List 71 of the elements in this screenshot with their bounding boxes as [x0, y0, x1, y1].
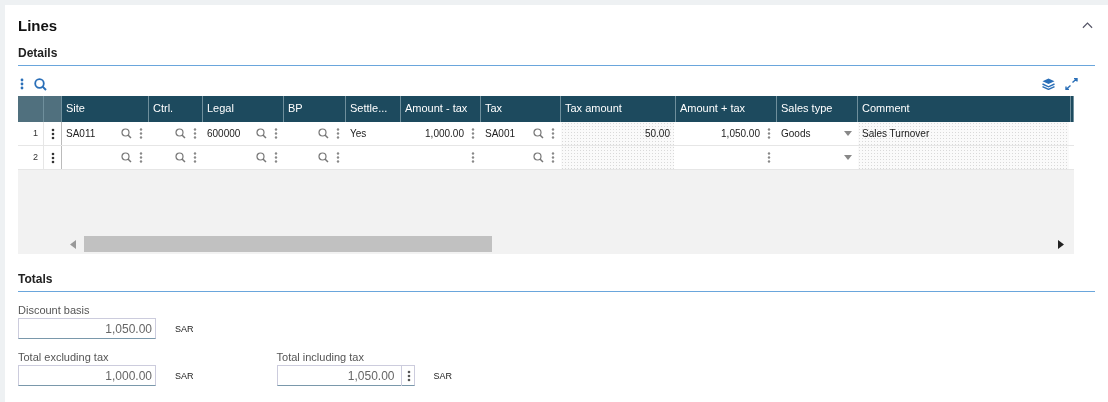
- scroll-left-icon[interactable]: [70, 239, 76, 249]
- search-icon[interactable]: [533, 152, 544, 163]
- table-cell-text: 1,050.00: [720, 128, 760, 139]
- search-icon[interactable]: [256, 152, 267, 163]
- column-header[interactable]: Site: [62, 96, 149, 122]
- dropdown-icon[interactable]: [844, 131, 852, 136]
- header-cell: [1071, 96, 1074, 122]
- subsection-title: Details: [18, 46, 1095, 66]
- section-title: Lines: [18, 16, 58, 34]
- search-icon[interactable]: [533, 128, 544, 139]
- more-icon[interactable]: [274, 128, 278, 139]
- field-label: Total including tax: [276, 351, 365, 363]
- currency-label: SAR: [433, 370, 453, 381]
- search-icon[interactable]: [318, 152, 329, 163]
- horizontal-scrollbar[interactable]: [18, 234, 1074, 254]
- column-header[interactable]: Sales type: [777, 96, 858, 122]
- search-icon[interactable]: [121, 152, 132, 163]
- header-corner: [18, 96, 44, 122]
- column-header[interactable]: Legal: [203, 96, 284, 122]
- row-menu-icon[interactable]: [50, 127, 55, 140]
- more-icon[interactable]: [336, 128, 340, 139]
- table-cell-text: Yes: [350, 128, 368, 139]
- subsection-title: Totals: [18, 272, 1095, 292]
- table-cell-text: 600000: [207, 128, 242, 139]
- more-icon[interactable]: [336, 152, 340, 163]
- currency-label: SAR: [175, 323, 194, 334]
- table-cell-text: 1,000.00: [424, 128, 464, 139]
- column-header[interactable]: Amount + tax: [676, 96, 777, 122]
- more-icon[interactable]: [139, 152, 143, 163]
- search-icon[interactable]: [34, 77, 47, 91]
- scroll-right-icon[interactable]: [1058, 239, 1064, 249]
- more-icon[interactable]: [767, 128, 771, 139]
- collapse-icon[interactable]: [1082, 21, 1093, 29]
- header-cell: [44, 96, 62, 122]
- currency-label: SAR: [175, 370, 194, 381]
- amount-field[interactable]: 1,000.00: [18, 365, 156, 386]
- column-header[interactable]: Amount - tax: [401, 96, 481, 122]
- more-icon[interactable]: [551, 152, 555, 163]
- field-label: Total excluding tax: [18, 351, 110, 363]
- column-header[interactable]: Settle...: [346, 96, 401, 122]
- more-icon[interactable]: [400, 365, 411, 386]
- more-icon[interactable]: [193, 152, 197, 163]
- search-icon[interactable]: [121, 128, 132, 139]
- scrollbar-thumb[interactable]: [84, 236, 492, 252]
- row-menu-icon[interactable]: [50, 151, 55, 164]
- amount-field[interactable]: 1,050.00: [18, 318, 156, 339]
- search-icon[interactable]: [175, 128, 186, 139]
- table-cell-text: SA001: [485, 128, 517, 139]
- more-icon[interactable]: [471, 152, 475, 163]
- more-icon[interactable]: [471, 128, 475, 139]
- table-cell-text: Goods: [781, 128, 812, 139]
- more-icon[interactable]: [274, 152, 278, 163]
- column-header[interactable]: Ctrl.: [149, 96, 203, 122]
- search-icon[interactable]: [318, 128, 329, 139]
- search-icon[interactable]: [256, 128, 267, 139]
- search-icon[interactable]: [175, 152, 186, 163]
- read-only-cell: Sales Turnover: [858, 122, 1071, 145]
- table-cell-text: SA011: [66, 128, 97, 139]
- amount-field[interactable]: 1,050.00: [276, 365, 415, 386]
- read-only-cell: 50.00: [561, 122, 676, 145]
- expand-icon[interactable]: [1065, 78, 1078, 90]
- more-icon[interactable]: [20, 78, 24, 90]
- more-icon[interactable]: [767, 152, 771, 163]
- column-header[interactable]: BP: [284, 96, 346, 122]
- layers-icon[interactable]: [1042, 78, 1055, 90]
- dropdown-icon[interactable]: [844, 155, 852, 160]
- column-header[interactable]: Tax: [481, 96, 561, 122]
- more-icon[interactable]: [193, 128, 197, 139]
- more-icon[interactable]: [139, 128, 143, 139]
- more-icon[interactable]: [551, 128, 555, 139]
- field-label: Discount basis: [18, 304, 91, 316]
